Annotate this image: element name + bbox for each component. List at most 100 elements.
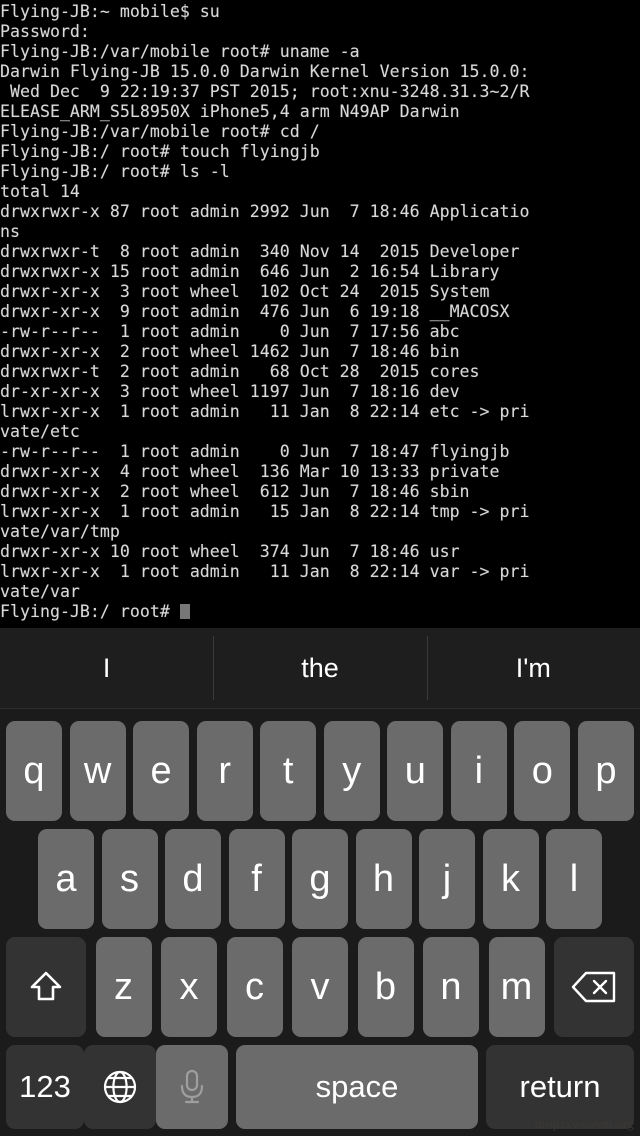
keyboard-row-3: z x c v b n m [0, 937, 640, 1037]
terminal-line: Flying-JB:/var/mobile root# uname -a [0, 42, 360, 61]
terminal-line: drwxr-xr-x 10 root wheel 374 Jun 7 18:46… [0, 542, 460, 561]
key-v[interactable]: v [292, 937, 348, 1037]
microphone-icon [175, 1067, 209, 1107]
microphone-key[interactable] [156, 1045, 228, 1129]
key-a[interactable]: a [38, 829, 94, 929]
keyboard-row-4: 123 space return [0, 1045, 640, 1129]
key-label: j [442, 857, 452, 900]
key-label: e [150, 749, 172, 792]
key-label: h [372, 857, 395, 900]
terminal-window[interactable]: Flying-JB:~ mobile$ su Password: Flying-JB… [0, 0, 640, 628]
key-label: z [114, 965, 133, 1008]
prediction-label: the [301, 652, 339, 683]
terminal-line: lrwxr-xr-x 1 root admin 11 Jan 8 22:14 v… [0, 562, 530, 581]
key-label: b [374, 965, 397, 1008]
key-label: w [83, 749, 112, 792]
prediction-label: I'm [515, 652, 551, 683]
terminal-line: drwxrwxr-t 2 root admin 68 Oct 28 2015 c… [0, 362, 480, 381]
key-s[interactable]: s [101, 829, 158, 929]
terminal-line: drwxr-xr-x 4 root wheel 136 Mar 10 13:33… [0, 462, 500, 481]
terminal-line: drwxr-xr-x 2 root wheel 1462 Jun 7 18:46… [0, 342, 460, 361]
terminal-line: Wed Dec 9 22:19:37 PST 2015; root:xnu-32… [0, 82, 530, 101]
terminal-line: Flying-JB:/ root# touch flyingjb [0, 142, 320, 161]
onscreen-keyboard: I the I'm q w e r t y u i o p a s d f g … [0, 628, 640, 1136]
terminal-prompt-line: Flying-JB:/ root# [0, 602, 640, 622]
globe-key[interactable] [84, 1045, 156, 1129]
key-label: g [309, 857, 331, 900]
key-f[interactable]: f [228, 829, 285, 929]
terminal-line: Password: [0, 22, 90, 41]
numbers-key[interactable]: 123 [6, 1045, 84, 1129]
terminal-line: Darwin Flying-JB 15.0.0 Darwin Kernel Ve… [0, 62, 530, 81]
key-k[interactable]: k [482, 829, 539, 929]
key-t[interactable]: t [260, 721, 317, 821]
shift-key[interactable] [6, 937, 86, 1037]
key-label: v [310, 965, 330, 1008]
key-label: d [182, 857, 204, 900]
terminal-output: Flying-JB:~ mobile$ su Password: Flying-JB… [0, 0, 640, 622]
key-e[interactable]: e [133, 721, 190, 821]
key-label: f [251, 857, 262, 900]
terminal-line: -rw-r--r-- 1 root admin 0 Jun 7 18:47 fl… [0, 442, 510, 461]
key-label: m [500, 965, 533, 1008]
terminal-line: dr-xr-xr-x 3 root wheel 1197 Jun 7 18:16… [0, 382, 460, 401]
key-label: r [218, 749, 231, 792]
terminal-line: drwxr-xr-x 3 root wheel 102 Oct 24 2015 … [0, 282, 490, 301]
key-z[interactable]: z [95, 937, 152, 1037]
terminal-line: drwxrwxr-x 87 root admin 2992 Jun 7 18:4… [0, 202, 530, 221]
terminal-line: vate/var [0, 582, 80, 601]
key-p[interactable]: p [577, 721, 634, 821]
key-n[interactable]: n [423, 937, 479, 1037]
phone-screen: Flying-JB:~ mobile$ su Password: Flying-JB… [0, 0, 640, 1136]
terminal-line: total 14 [0, 182, 80, 201]
key-q[interactable]: q [6, 721, 62, 821]
terminal-line: lrwxr-xr-x 1 root admin 11 Jan 8 22:14 e… [0, 402, 530, 421]
key-label: i [474, 749, 484, 792]
terminal-line: drwxr-xr-x 2 root wheel 612 Jun 7 18:46 … [0, 482, 470, 501]
key-c[interactable]: c [226, 937, 283, 1037]
key-label: o [531, 749, 553, 792]
keyboard-row-2: a s d f g h j k l [0, 829, 640, 929]
key-label: k [501, 857, 520, 900]
terminal-line: ELEASE_ARM_S5L8950X iPhone5,4 arm N49AP … [0, 102, 460, 121]
key-m[interactable]: m [488, 937, 545, 1037]
key-label: a [55, 857, 77, 900]
prediction-item-0[interactable]: I [0, 628, 213, 708]
key-label: y [342, 749, 362, 792]
key-label: n [440, 965, 462, 1008]
keys-area: q w e r t y u i o p a s d f g h j k l z … [0, 709, 640, 1136]
terminal-cursor [179, 604, 190, 619]
key-l[interactable]: l [546, 829, 602, 929]
prediction-bar: I the I'm [0, 628, 640, 709]
key-label: x [179, 965, 199, 1008]
key-label: l [569, 857, 579, 900]
key-o[interactable]: o [514, 721, 571, 821]
key-d[interactable]: d [165, 829, 221, 929]
key-label: t [282, 749, 294, 792]
key-y[interactable]: y [323, 721, 380, 821]
key-i[interactable]: i [450, 721, 507, 821]
key-h[interactable]: h [355, 829, 412, 929]
key-label: 123 [19, 1069, 71, 1104]
backspace-key[interactable] [554, 937, 634, 1037]
key-label: c [245, 965, 264, 1008]
key-g[interactable]: g [292, 829, 348, 929]
key-label: p [595, 749, 617, 792]
globe-icon [101, 1068, 139, 1106]
key-x[interactable]: x [161, 937, 217, 1037]
terminal-line: Flying-JB:/var/mobile root# cd / [0, 122, 320, 141]
terminal-line: Flying-JB:~ mobile$ su [0, 2, 220, 21]
key-label: space [315, 1069, 399, 1104]
key-u[interactable]: u [387, 721, 444, 821]
shift-up-arrow-icon [26, 967, 66, 1007]
key-j[interactable]: j [419, 829, 475, 929]
terminal-line: ns [0, 222, 20, 241]
prediction-item-2[interactable]: I'm [426, 628, 640, 708]
space-key[interactable]: space [236, 1045, 478, 1129]
return-key[interactable]: return [486, 1045, 634, 1129]
prediction-item-1[interactable]: the [213, 628, 426, 708]
key-label: u [404, 749, 426, 792]
key-b[interactable]: b [357, 937, 414, 1037]
key-r[interactable]: r [196, 721, 253, 821]
key-w[interactable]: w [69, 721, 126, 821]
